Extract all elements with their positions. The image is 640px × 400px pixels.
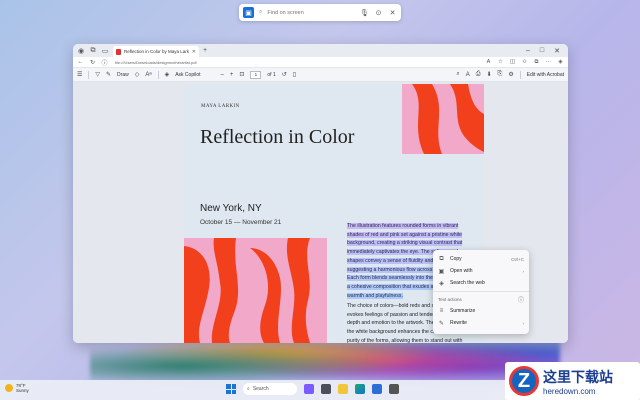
menu-item-open-with[interactable]: ▣ Open with ›: [433, 265, 529, 277]
copilot-app-icon[interactable]: [304, 384, 314, 394]
find-on-screen-input[interactable]: [267, 9, 355, 16]
chevron-right-icon: ›: [522, 268, 525, 274]
copy-icon: ⧉: [439, 255, 444, 262]
back-icon[interactable]: ←: [77, 59, 84, 65]
minimize-button[interactable]: –: [526, 47, 530, 55]
save-icon[interactable]: ⬇: [487, 71, 492, 78]
read-aloud-icon[interactable]: A: [485, 59, 492, 65]
rewrite-icon: ✎: [438, 320, 445, 327]
pdf-toolbar: ☰ ▽ ✎ Draw ◇ Aᵃ ◈ Ask Copilot – + ⊡ 1 of…: [73, 68, 568, 82]
tab-active[interactable]: Reflection in Color by Maya Larkin ✕: [113, 46, 199, 57]
mic-icon[interactable]: 🎙: [360, 9, 369, 17]
search-icon: ⌕: [259, 9, 263, 15]
sun-icon: [5, 384, 13, 392]
favorite-icon[interactable]: ☆: [497, 59, 504, 65]
dates: October 15 — November 21: [200, 219, 282, 226]
zoom-in-icon[interactable]: +: [230, 72, 234, 78]
weather-widget[interactable]: 78°F Sunny: [5, 383, 29, 393]
watermark: Z 这里下载站 heredown.com: [505, 362, 640, 400]
tab-actions-icon[interactable]: ▭: [101, 47, 109, 55]
pdf-icon: [116, 48, 121, 55]
info-icon[interactable]: ⓘ: [518, 295, 524, 304]
chevron-right-icon: ›: [522, 320, 525, 326]
rotate-icon[interactable]: ↺: [282, 71, 287, 78]
draw-icon[interactable]: ✎: [106, 71, 111, 78]
text-actions-header: Text actions ⓘ: [438, 295, 524, 304]
screenshot-icon[interactable]: ⊙: [374, 9, 383, 17]
store-icon[interactable]: [372, 384, 382, 394]
save-as-icon[interactable]: ⎘: [498, 71, 503, 78]
draw-button[interactable]: Draw: [117, 72, 129, 78]
tab-close-icon[interactable]: ✕: [192, 49, 196, 55]
profile-icon[interactable]: ◉: [77, 47, 85, 55]
task-view-icon[interactable]: [321, 384, 331, 394]
workspaces-icon[interactable]: ⧉: [89, 47, 97, 55]
page-view-icon[interactable]: ▯: [293, 71, 296, 78]
watermark-text: 这里下载站: [543, 368, 613, 385]
contents-icon[interactable]: ☰: [77, 71, 82, 78]
file-explorer-icon[interactable]: [338, 384, 348, 394]
watermark-logo-icon: Z: [509, 366, 539, 396]
new-tab-button[interactable]: +: [203, 47, 207, 54]
app-icon: ▣: [243, 7, 254, 18]
author-name: MAYA LARKIN: [201, 104, 240, 109]
location: New York, NY: [200, 203, 262, 214]
menu-item-rewrite[interactable]: ✎ Rewrite ›: [433, 317, 529, 329]
split-screen-icon[interactable]: ◫: [509, 59, 516, 65]
ask-copilot-button[interactable]: Ask Copilot: [175, 72, 200, 78]
menu-item-summarize[interactable]: ≡ Summarize: [433, 305, 529, 317]
weather-condition: Sunny: [16, 388, 29, 393]
highlight-icon[interactable]: ▽: [95, 71, 100, 78]
erase-icon[interactable]: ◇: [135, 71, 140, 78]
context-menu: ⧉ Copy Ctrl+C ▣ Open with › ◈ Search the…: [433, 250, 529, 334]
search-icon[interactable]: ⌕: [456, 71, 459, 78]
maximize-button[interactable]: □: [540, 47, 544, 55]
window-controls: – □ ✕: [526, 47, 564, 55]
edge-icon[interactable]: [355, 384, 365, 394]
page-number-input[interactable]: 1: [250, 70, 262, 79]
artwork-top: [402, 84, 484, 154]
title-bar: ◉ ⧉ ▭ Reflection in Color by Maya Larkin…: [73, 44, 568, 57]
refresh-icon[interactable]: ↻: [89, 59, 96, 66]
favorites-icon[interactable]: ✩: [521, 59, 528, 65]
watermark-url: heredown.com: [543, 386, 596, 396]
fit-page-icon[interactable]: ⊡: [239, 71, 244, 78]
add-text-icon[interactable]: Aᵃ: [145, 72, 151, 78]
more-icon[interactable]: ⋯: [545, 59, 552, 65]
settings-app-icon[interactable]: [389, 384, 399, 394]
close-icon[interactable]: ✕: [388, 9, 397, 17]
search-icon: ⌕: [247, 386, 250, 392]
copilot-icon[interactable]: ◈: [557, 59, 564, 65]
info-icon[interactable]: ⓘ: [101, 58, 108, 67]
url-field[interactable]: file:///Users/Downloads/designmotherarti…: [113, 58, 480, 66]
settings-icon[interactable]: ⚙: [508, 71, 513, 78]
collections-icon[interactable]: ⧉: [533, 59, 540, 66]
browser-window: ◉ ⧉ ▭ Reflection in Color by Maya Larkin…: [73, 44, 568, 343]
pdf-viewer[interactable]: MAYA LARKIN Reflection in Color New York…: [73, 82, 568, 343]
close-button[interactable]: ✕: [554, 47, 560, 55]
page-total: of 1: [267, 71, 276, 78]
edit-with-acrobat-button[interactable]: Edit with Acrobat: [527, 72, 564, 78]
document-title: Reflection in Color: [200, 126, 355, 148]
taskbar-search[interactable]: ⌕ Search: [243, 383, 297, 395]
summarize-icon: ≡: [439, 308, 444, 314]
read-aloud-icon[interactable]: A: [466, 72, 470, 78]
web-search-icon: ◈: [439, 280, 444, 287]
menu-item-copy[interactable]: ⧉ Copy Ctrl+C: [433, 253, 529, 265]
find-on-screen-bar[interactable]: ▣ ⌕ 🎙 ⊙ ✕: [239, 4, 401, 21]
copilot-icon[interactable]: ◈: [165, 71, 170, 78]
address-bar: ← ↻ ⓘ file:///Users/Downloads/designmoth…: [73, 57, 568, 68]
artwork-main: [184, 238, 327, 343]
start-button[interactable]: [226, 384, 236, 394]
open-with-icon: ▣: [438, 268, 445, 275]
zoom-out-icon[interactable]: –: [221, 72, 224, 78]
tab-title: Reflection in Color by Maya Larkin: [124, 49, 189, 54]
menu-item-search-web[interactable]: ◈ Search the web: [433, 277, 529, 289]
print-icon[interactable]: ⎙: [476, 71, 481, 78]
